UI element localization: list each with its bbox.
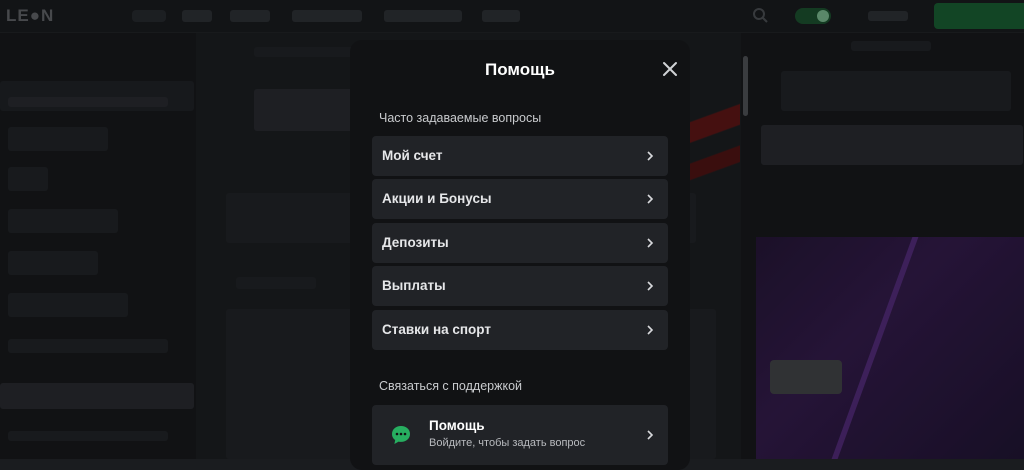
faq-item-label: Мой счет: [382, 148, 443, 163]
support-title: Помощь: [429, 418, 485, 433]
faq-item-sports-betting[interactable]: Ставки на спорт: [372, 310, 668, 350]
chevron-right-icon: [647, 151, 654, 161]
modal-title: Помощь: [485, 60, 555, 79]
close-icon[interactable]: [660, 59, 680, 79]
help-modal: Помощь Часто задаваемые вопросы Мой счет…: [350, 40, 690, 470]
faq-item-label: Выплаты: [382, 278, 446, 293]
chevron-right-icon: [647, 325, 654, 335]
faq-item-payouts[interactable]: Выплаты: [372, 266, 668, 306]
contact-section-label: Связаться с поддержкой: [379, 379, 522, 393]
faq-item-label: Депозиты: [382, 235, 449, 250]
chat-bubble-icon: [392, 426, 410, 444]
chevron-right-icon: [647, 430, 654, 440]
support-chat-button[interactable]: Помощь Войдите, чтобы задать вопрос: [372, 405, 668, 465]
chevron-right-icon: [647, 194, 654, 204]
faq-section-label: Часто задаваемые вопросы: [379, 111, 542, 125]
faq-item-label: Акции и Бонусы: [382, 191, 492, 206]
faq-item-account[interactable]: Мой счет: [372, 136, 668, 176]
faq-item-promotions[interactable]: Акции и Бонусы: [372, 179, 668, 219]
chevron-right-icon: [647, 281, 654, 291]
support-subtitle: Войдите, чтобы задать вопрос: [429, 437, 586, 449]
chevron-right-icon: [647, 238, 654, 248]
faq-item-deposits[interactable]: Депозиты: [372, 223, 668, 263]
faq-item-label: Ставки на спорт: [382, 322, 491, 337]
